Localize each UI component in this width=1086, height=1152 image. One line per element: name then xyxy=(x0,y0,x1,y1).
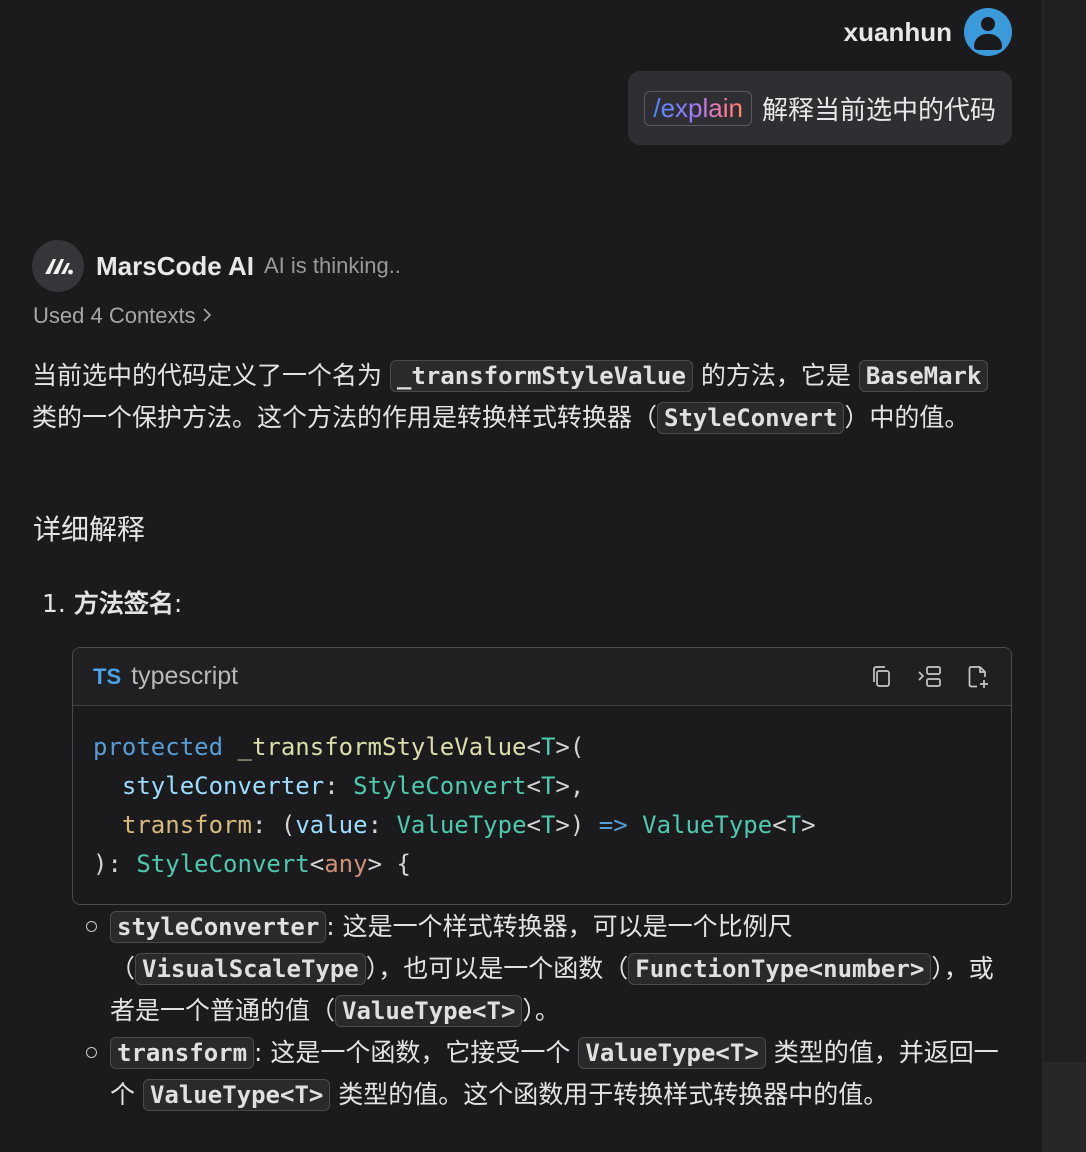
copy-icon[interactable] xyxy=(869,664,895,690)
contexts-toggle[interactable]: Used 4 Contexts xyxy=(33,303,212,329)
list-item: 1. 方法签名: xyxy=(42,584,182,620)
code-token: > xyxy=(801,811,816,839)
bullet-text: ），也可以是一个函数（ xyxy=(365,954,629,983)
marscode-logo-icon xyxy=(32,240,84,292)
code-token: StyleConvert xyxy=(353,772,527,800)
code-token: any xyxy=(324,850,368,878)
list-number: 1. xyxy=(42,589,66,618)
bullet-text: ）。 xyxy=(522,996,560,1025)
code-language: typescript xyxy=(131,662,239,690)
code-token: ): xyxy=(93,850,137,878)
list-colon: : xyxy=(173,589,183,618)
inline-code: BaseMark xyxy=(858,360,989,392)
intro-text: 当前选中的代码定义了一个名为 xyxy=(32,361,390,390)
code-token: >) xyxy=(555,811,599,839)
code-token: T xyxy=(540,733,556,761)
inline-code: FunctionType<number> xyxy=(628,953,932,985)
code-line: transform: (value: ValueType<T>) => Valu… xyxy=(93,806,991,845)
insert-code-icon[interactable] xyxy=(917,664,943,690)
code-block-header: TS typescript xyxy=(73,648,1011,706)
code-token: : xyxy=(324,772,354,800)
code-token: protected xyxy=(93,733,224,761)
chat-panel: xuanhun /explain 解释当前选中的代码 MarsCode AI A… xyxy=(0,0,1042,1152)
intro-text: 的方法，它是 xyxy=(692,361,859,390)
inline-code: _transformStyleValue xyxy=(389,360,693,392)
response-intro: 当前选中的代码定义了一个名为 _transformStyleValue 的方法，… xyxy=(32,355,1004,439)
inline-code: styleConverter xyxy=(110,911,327,943)
code-token: >, xyxy=(555,772,585,800)
inline-code: VisualScaleType xyxy=(135,953,366,985)
bullet-text: : 这是一个函数，它接受一个 xyxy=(254,1038,579,1067)
user-avatar-icon xyxy=(964,8,1012,56)
inline-code: transform xyxy=(110,1037,255,1069)
bullet-circle-icon xyxy=(86,921,97,932)
ai-status: AI is thinking.. xyxy=(263,253,401,278)
inline-code: ValueType<T> xyxy=(335,995,523,1027)
code-token: > { xyxy=(367,850,411,878)
code-token: < xyxy=(772,811,787,839)
bullet-text: 类型的值。这个函数用于转换样式转换器中的值。 xyxy=(330,1080,889,1109)
code-actions xyxy=(869,664,991,690)
user-message-bubble: /explain 解释当前选中的代码 xyxy=(628,71,1012,145)
code-token: < xyxy=(526,811,541,839)
ai-header: MarsCode AI AI is thinking.. xyxy=(32,240,401,292)
code-token: styleConverter xyxy=(121,772,325,800)
code-token: < xyxy=(526,733,541,761)
user-header: xuanhun xyxy=(844,8,1012,56)
side-panel-lower xyxy=(1043,1062,1086,1152)
code-token: >( xyxy=(555,733,585,761)
code-token: T xyxy=(540,811,556,839)
code-token: < xyxy=(526,772,541,800)
user-name: xuanhun xyxy=(843,16,952,47)
user-message-text: 解释当前选中的代码 xyxy=(761,95,996,126)
code-token: : xyxy=(367,811,397,839)
intro-text: ）中的值。 xyxy=(844,403,970,432)
code-content[interactable]: protected _transformStyleValue<T>( style… xyxy=(73,706,1011,884)
code-token: T xyxy=(540,772,556,800)
code-token: < xyxy=(309,850,325,878)
list-item: styleConverter: 这是一个样式转换器，可以是一个比例尺（ Visua… xyxy=(86,906,1004,1032)
code-token: StyleConvert xyxy=(136,850,310,878)
code-block: TS typescript protected _transformStyleV… xyxy=(72,647,1012,905)
inline-code: ValueType<T> xyxy=(142,1079,331,1111)
side-panel-edge xyxy=(1042,0,1086,1152)
code-token: transform xyxy=(121,811,252,839)
chevron-right-icon xyxy=(202,303,212,329)
code-token: => xyxy=(598,811,628,839)
code-line: styleConverter: StyleConvert<T>, xyxy=(93,767,991,806)
list-item: transform: 这是一个函数，它接受一个 ValueType<T> 类型的… xyxy=(86,1032,1004,1116)
ai-name: MarsCode AI xyxy=(96,250,254,281)
intro-text: 类的一个保护方法。这个方法的作用是转换样式转换器（ xyxy=(32,403,658,432)
code-token: ValueType xyxy=(642,811,773,839)
inline-code: ValueType<T> xyxy=(578,1037,766,1069)
bullet-circle-icon xyxy=(86,1047,97,1058)
section-heading: 详细解释 xyxy=(33,513,146,546)
code-token: : ( xyxy=(251,811,296,839)
slash-command-chip[interactable]: /explain xyxy=(644,90,752,126)
code-token: T xyxy=(786,811,802,839)
bullet-list: styleConverter: 这是一个样式转换器，可以是一个比例尺（ Visua… xyxy=(86,906,1004,1116)
code-token: _transformStyleValue xyxy=(237,733,527,761)
code-line: protected _transformStyleValue<T>( xyxy=(93,728,991,767)
new-file-icon[interactable] xyxy=(965,664,991,690)
typescript-icon: TS xyxy=(93,663,122,689)
code-line: ): StyleConvert<any> { xyxy=(93,845,991,884)
code-token: value xyxy=(295,811,368,839)
inline-code: StyleConvert xyxy=(657,402,845,434)
contexts-label: Used 4 Contexts xyxy=(33,303,196,328)
code-token: ValueType xyxy=(396,811,527,839)
list-label: 方法签名 xyxy=(73,589,174,618)
